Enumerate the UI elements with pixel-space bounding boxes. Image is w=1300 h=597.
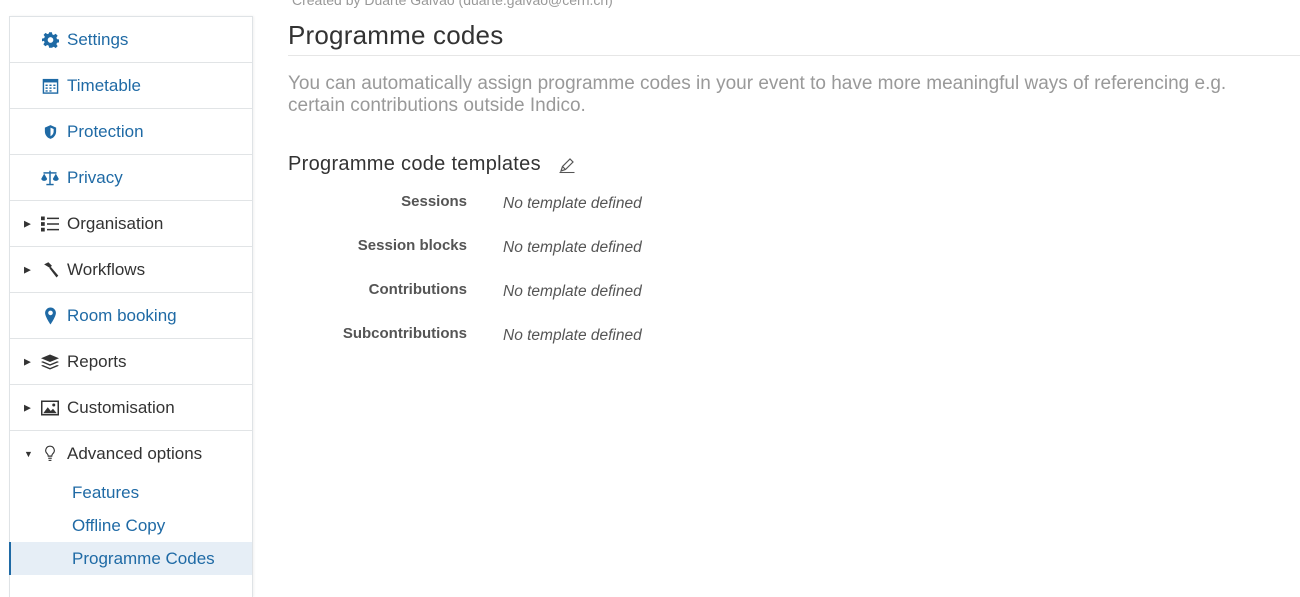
gear-icon — [40, 31, 60, 48]
sidebar-item-label: Settings — [67, 29, 129, 49]
sidebar-item-label: Advanced options — [67, 443, 203, 463]
sidebar-item-settings[interactable]: Settings — [10, 17, 252, 63]
sidebar-subitem-programme-codes[interactable]: Programme Codes — [9, 542, 252, 575]
sidebar-item-room-booking[interactable]: Room booking — [10, 293, 252, 339]
sidebar-item-label: Workflows — [67, 259, 146, 279]
sidebar-item-label: Room booking — [67, 305, 177, 325]
shield-icon — [40, 124, 60, 140]
sidebar-subitem-label: Features — [72, 482, 140, 502]
template-key: Contributions — [368, 281, 467, 298]
sidebar-item-protection[interactable]: Protection — [10, 109, 252, 155]
caret-right-icon: ▶ — [24, 218, 31, 228]
sidebar-item-label: Timetable — [67, 75, 142, 95]
hammer-icon — [40, 261, 60, 278]
list-icon — [40, 216, 60, 232]
sidebar-item-organisation[interactable]: ▶ Organisation — [10, 201, 252, 247]
caret-down-icon: ▼ — [24, 448, 33, 459]
calendar-icon — [40, 77, 60, 94]
sidebar-subitem-features[interactable]: Features — [10, 476, 252, 509]
template-value: No template defined — [503, 283, 642, 300]
layers-icon — [40, 354, 60, 369]
sidebar-item-advanced-options[interactable]: ▼ Advanced options — [10, 431, 252, 476]
lightbulb-icon — [40, 445, 60, 462]
sidebar-item-label: Protection — [67, 121, 144, 141]
template-row: Contributions No template defined — [288, 280, 1300, 324]
sidebar-item-timetable[interactable]: Timetable — [10, 63, 252, 109]
scales-icon — [40, 170, 60, 186]
sidebar-item-workflows[interactable]: ▶ Workflows — [10, 247, 252, 293]
edit-templates-button[interactable] — [558, 156, 576, 174]
sidebar-item-label: Privacy — [67, 167, 123, 187]
template-value: No template defined — [503, 239, 642, 256]
template-value: No template defined — [503, 327, 642, 344]
pencil-icon — [559, 157, 575, 173]
page-title: Programme codes — [288, 20, 1300, 56]
template-row: Subcontributions No template defined — [288, 324, 1300, 368]
sidebar-subitem-label: Programme Codes — [72, 548, 215, 568]
sidebar-item-customisation[interactable]: ▶ Customisation — [10, 385, 252, 431]
caret-right-icon: ▶ — [24, 402, 31, 412]
template-row: Sessions No template defined — [288, 192, 1300, 236]
sidebar-item-privacy[interactable]: Privacy — [10, 155, 252, 201]
template-key: Session blocks — [357, 237, 467, 254]
templates-table: Sessions No template defined Session blo… — [288, 192, 1300, 368]
intro-text: You can automatically assign programme c… — [288, 73, 1227, 116]
sidebar: Settings Timetable Protection Privacy ▶ … — [9, 16, 253, 597]
section-title: Programme code templates — [288, 153, 1300, 176]
template-key: Sessions — [401, 193, 467, 210]
sidebar-item-label: Reports — [67, 351, 127, 371]
image-icon — [40, 400, 60, 415]
sidebar-item-reports[interactable]: ▶ Reports — [10, 339, 252, 385]
caret-right-icon: ▶ — [24, 356, 31, 366]
template-row: Session blocks No template defined — [288, 236, 1300, 280]
map-pin-icon — [40, 307, 60, 324]
sidebar-item-label: Customisation — [67, 397, 175, 417]
template-key: Subcontributions — [342, 325, 467, 342]
template-value: No template defined — [503, 195, 642, 212]
section-title-text: Programme code templates — [288, 153, 541, 175]
caret-right-icon: ▶ — [24, 264, 31, 274]
main-content: Programme codes You can automatically as… — [288, 20, 1300, 368]
sidebar-subitem-offline-copy[interactable]: Offline Copy — [10, 509, 252, 542]
created-by-text: Created by Duarte Galvão (duarte.galvao@… — [292, 0, 613, 8]
sidebar-subitem-label: Offline Copy — [72, 515, 166, 535]
sidebar-item-label: Organisation — [67, 213, 164, 233]
